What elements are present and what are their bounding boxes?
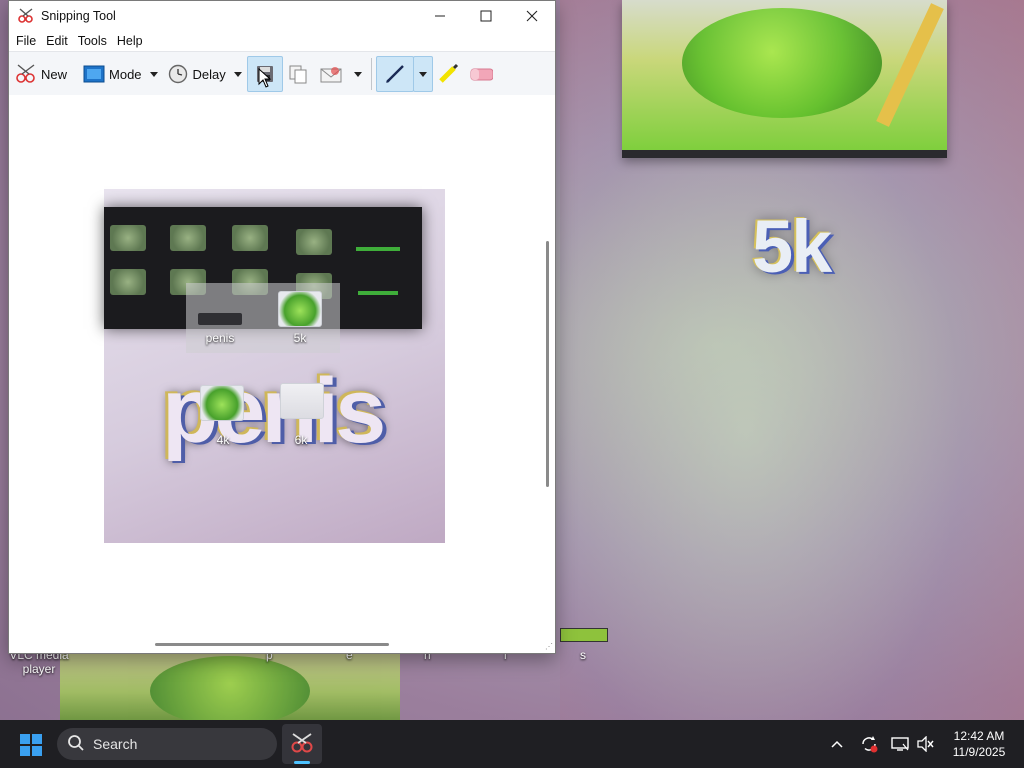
desktop-image-thumbnail: [622, 0, 947, 158]
clock-time: 12:42 AM: [953, 729, 1005, 743]
pen-icon: [383, 62, 407, 86]
vertical-scrollbar[interactable]: [541, 95, 555, 635]
chevron-down-icon: [149, 71, 158, 77]
snip-label-6k: 6k: [294, 433, 308, 447]
mode-rectangle-icon: [82, 62, 106, 86]
snipping-tool-window: Snipping Tool File Edit Tools Help New M…: [8, 0, 556, 654]
eraser-button[interactable]: [466, 57, 499, 91]
menu-tools[interactable]: Tools: [73, 34, 112, 48]
close-button[interactable]: [509, 1, 555, 31]
frog-image: [682, 8, 882, 118]
window-title: Snipping Tool: [41, 9, 116, 23]
file-thumbnail-icon: [280, 383, 324, 419]
snip-big-text: penis: [162, 360, 386, 462]
snip-green-bar: [356, 247, 400, 251]
resize-grip-icon[interactable]: ⋰: [545, 642, 553, 651]
windows-logo-icon: [32, 734, 42, 744]
new-snip-icon: [14, 62, 38, 86]
mode-dropdown[interactable]: [145, 57, 163, 91]
scroll-thumb[interactable]: [155, 643, 389, 646]
taskbar: Search 12:42 AM 11/9/2025: [0, 720, 1024, 768]
copy-icon: [286, 62, 310, 86]
toolbar: New Mode Delay: [9, 51, 555, 97]
update-status-icon[interactable]: [856, 720, 882, 768]
menu-file[interactable]: File: [11, 34, 41, 48]
clock-icon: [166, 62, 190, 86]
new-button[interactable]: New: [11, 57, 70, 91]
copy-button[interactable]: [283, 57, 316, 91]
eraser-icon: [469, 62, 493, 86]
mode-button[interactable]: Mode: [79, 57, 145, 91]
chevron-down-icon: [418, 71, 427, 77]
network-icon[interactable]: [888, 720, 912, 768]
windows-logo-icon: [20, 746, 30, 756]
snip-tile: [232, 225, 268, 251]
envelope-icon: [319, 62, 343, 86]
snip-label-5k: 5k: [293, 331, 307, 345]
menu-edit[interactable]: Edit: [41, 34, 73, 48]
snip-canvas[interactable]: penis 5k penis 4k 6k: [9, 95, 541, 635]
snip-tile: [110, 269, 146, 295]
mode-label: Mode: [109, 66, 142, 82]
highlighter-icon: [436, 62, 460, 86]
snip-label-penis: penis: [205, 331, 235, 345]
scroll-thumb[interactable]: [546, 241, 549, 487]
clock-date: 11/9/2025: [952, 745, 1006, 759]
minimize-button[interactable]: [417, 1, 463, 31]
show-hidden-icons-button[interactable]: [826, 720, 848, 768]
snip-tile: [296, 229, 332, 255]
frog-image: [150, 656, 310, 726]
snip-popup-overlay: penis 5k: [186, 283, 340, 353]
desktop-label-s[interactable]: s: [580, 648, 586, 662]
scissors-icon: [17, 8, 35, 24]
pen-button[interactable]: [375, 56, 414, 92]
search-placeholder: Search: [93, 736, 138, 752]
windows-logo-icon: [20, 734, 30, 744]
delay-dropdown[interactable]: [229, 57, 247, 91]
snip-green-bar: [358, 291, 398, 295]
search-icon: [67, 734, 85, 755]
toolbar-separator: [370, 58, 372, 90]
new-label: New: [41, 66, 68, 82]
snip-label-4k: 4k: [216, 433, 230, 447]
chevron-up-icon: [831, 740, 843, 748]
send-dropdown[interactable]: [349, 57, 367, 91]
toolbar-separator: [74, 58, 75, 90]
send-snip-button[interactable]: [316, 57, 349, 91]
delay-button[interactable]: Delay: [163, 57, 229, 91]
taskbar-search[interactable]: Search: [57, 728, 277, 760]
menu-help[interactable]: Help: [112, 34, 148, 48]
snip-tile: [170, 225, 206, 251]
desktop-5k-text: 5k: [752, 205, 832, 288]
maximize-button[interactable]: [463, 1, 509, 31]
frog-thumbnail-icon: [200, 385, 244, 421]
start-button[interactable]: [20, 734, 42, 756]
horizontal-scrollbar[interactable]: ⋰: [9, 637, 555, 653]
volume-muted-icon[interactable]: [914, 720, 938, 768]
snip-tile: [110, 225, 146, 251]
delay-label: Delay: [192, 66, 226, 82]
title-bar[interactable]: Snipping Tool: [9, 1, 555, 31]
menu-bar: File Edit Tools Help: [9, 31, 555, 51]
system-clock[interactable]: 12:42 AM 11/9/2025: [944, 728, 1014, 760]
captured-snip-image: penis 5k penis 4k 6k: [104, 189, 445, 543]
chevron-down-icon: [233, 71, 242, 77]
chevron-down-icon: [353, 71, 362, 77]
mouse-cursor-icon: [258, 68, 272, 88]
desktop-small-icon[interactable]: [560, 628, 608, 642]
active-app-indicator: [294, 761, 310, 764]
scissors-icon: [291, 733, 313, 753]
windows-logo-icon: [32, 746, 42, 756]
highlighter-button[interactable]: [433, 57, 466, 91]
snip-dots-icon: [198, 313, 242, 325]
pen-dropdown[interactable]: [412, 56, 433, 92]
taskbar-snipping-tool[interactable]: [282, 724, 322, 764]
pencil-image: [876, 3, 944, 127]
frog-thumbnail-icon: [278, 291, 322, 327]
